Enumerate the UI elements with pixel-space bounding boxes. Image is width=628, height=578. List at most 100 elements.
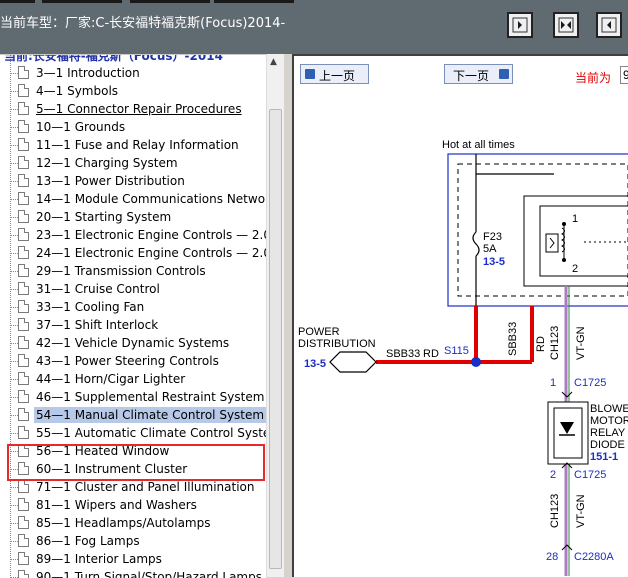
document-icon (18, 84, 29, 97)
fuse-symbol (472, 231, 480, 257)
conn3-pin-label: 28 (546, 551, 558, 563)
tree-item[interactable]: 44—1 Horn/Cigar Lighter (0, 370, 266, 388)
document-icon (18, 516, 29, 529)
tree-item[interactable]: 54—1 Manual Climate Control System (0, 406, 266, 424)
tree-connector (10, 559, 18, 560)
top-strip (0, 0, 35, 3)
tree-item[interactable]: 46—1 Supplemental Restraint System (0, 388, 266, 406)
tree-connector (10, 379, 18, 380)
document-icon (18, 408, 29, 421)
tree-item[interactable]: 20—1 Starting System (0, 208, 266, 226)
fuse-amp-label: 5A (483, 243, 497, 255)
diagram-panel: 上一页 下一页 当前为 Hot at all times F23 5A 13-5… (292, 54, 628, 577)
page-number-input[interactable] (620, 66, 628, 84)
tree-item[interactable]: 10—1 Grounds (0, 118, 266, 136)
tree-item[interactable]: 33—1 Cooling Fan (0, 298, 266, 316)
tree-connector (10, 433, 18, 434)
document-icon (18, 156, 29, 169)
tree-item-label: 24—1 Electronic Engine Controls — 2.0L (36, 246, 266, 260)
document-icon (18, 552, 29, 565)
diode-box (547, 401, 589, 465)
diode-icon (560, 422, 574, 434)
selection-highlight-box (7, 444, 265, 481)
blower-label-2: MOTOR (590, 415, 628, 427)
tree-item-label: 11—1 Fuse and Relay Information (36, 138, 239, 152)
section-tree[interactable]: 当前:长安福特-福克斯（Focus）-2014 3—1 Introduction… (0, 54, 266, 578)
tree-item[interactable]: 89—1 Interior Lamps (0, 550, 266, 568)
tree-item[interactable]: 24—1 Electronic Engine Controls — 2.0L (0, 244, 266, 262)
scrollbar-thumb[interactable] (269, 109, 282, 569)
tree-connector (10, 73, 18, 74)
tree-scrollbar[interactable]: ▲ (266, 54, 285, 577)
nav-last-button[interactable] (596, 12, 622, 38)
document-icon (18, 282, 29, 295)
nav-last-icon (601, 17, 617, 33)
relay-coil-icon (545, 233, 559, 253)
tree-item-label: 71—1 Cluster and Panel Illumination (36, 480, 255, 494)
fuse-box-inner (457, 163, 628, 297)
tree-connector (10, 487, 18, 488)
tree-connector (10, 415, 18, 416)
panel-divider[interactable] (284, 54, 292, 577)
fuse-ref-label: 13-5 (483, 256, 505, 268)
tree-connector (10, 325, 18, 326)
blower-label-3: RELAY (590, 427, 626, 439)
tree-item[interactable]: 81—1 Wipers and Washers (0, 496, 266, 514)
document-icon (18, 66, 29, 79)
nav-split-button[interactable] (553, 12, 579, 38)
tree-item[interactable]: 3—1 Introduction (0, 64, 266, 82)
document-icon (18, 246, 29, 259)
blower-ref-label: 151-1 (590, 451, 618, 463)
tree-connector (10, 145, 18, 146)
tree-item[interactable]: 5—1 Connector Repair Procedures (0, 100, 266, 118)
wire-rd-label: RD (423, 348, 439, 360)
tree-item[interactable]: 55—1 Automatic Climate Control System (0, 424, 266, 442)
tree-connector (10, 217, 18, 218)
document-icon (18, 138, 29, 151)
tree-item[interactable]: 12—1 Charging System (0, 154, 266, 172)
nav-split-icon (558, 17, 574, 33)
fuse-box-outline (447, 153, 628, 307)
document-icon (18, 210, 29, 223)
tree-item-label: 13—1 Power Distribution (36, 174, 185, 188)
conn1-pin-label: 1 (550, 377, 556, 389)
conn2-pin-label: 2 (550, 469, 556, 481)
tree-item[interactable]: 29—1 Transmission Controls (0, 262, 266, 280)
tree-item-label: 33—1 Cooling Fan (36, 300, 145, 314)
wire-ch123-bottom-label: CH123 (549, 494, 561, 528)
tree-item-label: 42—1 Vehicle Dynamic Systems (36, 336, 230, 350)
tree-item[interactable]: 14—1 Module Communications Network (0, 190, 266, 208)
tree-item[interactable]: 11—1 Fuse and Relay Information (0, 136, 266, 154)
document-icon (18, 390, 29, 403)
tree-item-label: 3—1 Introduction (36, 66, 140, 80)
tree-item[interactable]: 31—1 Cruise Control (0, 280, 266, 298)
nav-first-button[interactable] (507, 12, 533, 38)
tree-item-label: 12—1 Charging System (36, 156, 178, 170)
prev-page-button[interactable]: 上一页 (300, 64, 369, 84)
next-page-button[interactable]: 下一页 (444, 64, 513, 84)
tree-item[interactable]: 4—1 Symbols (0, 82, 266, 100)
splice-label: S115 (444, 345, 469, 357)
hot-label: Hot at all times (442, 139, 515, 151)
conn2-label: C1725 (574, 469, 606, 481)
tree-item[interactable]: 37—1 Shift Interlock (0, 316, 266, 334)
tree-item[interactable]: 85—1 Headlamps/Autolamps (0, 514, 266, 532)
prev-page-label: 上一页 (319, 69, 356, 83)
tree-item-label: 20—1 Starting System (36, 210, 172, 224)
tree-item-label: 44—1 Horn/Cigar Lighter (36, 372, 186, 386)
tree-item-label: 29—1 Transmission Controls (36, 264, 206, 278)
tree-item-label: 14—1 Module Communications Network (36, 192, 266, 206)
conn3-label: C2280A (574, 551, 614, 563)
tree-item[interactable]: 86—1 Fog Lamps (0, 532, 266, 550)
tree-connector (10, 397, 18, 398)
document-icon (18, 174, 29, 187)
tree-item[interactable]: 42—1 Vehicle Dynamic Systems (0, 334, 266, 352)
document-icon (18, 120, 29, 133)
tree-item[interactable]: 23—1 Electronic Engine Controls — 2.0L (0, 226, 266, 244)
relay-pin2-label: 2 (572, 263, 578, 275)
tree-item[interactable]: 43—1 Power Steering Controls (0, 352, 266, 370)
scroll-up-icon[interactable]: ▲ (270, 57, 277, 67)
tree-item[interactable]: 13—1 Power Distribution (0, 172, 266, 190)
document-icon (18, 228, 29, 241)
wire-sbb33-label: SBB33 (386, 348, 420, 360)
